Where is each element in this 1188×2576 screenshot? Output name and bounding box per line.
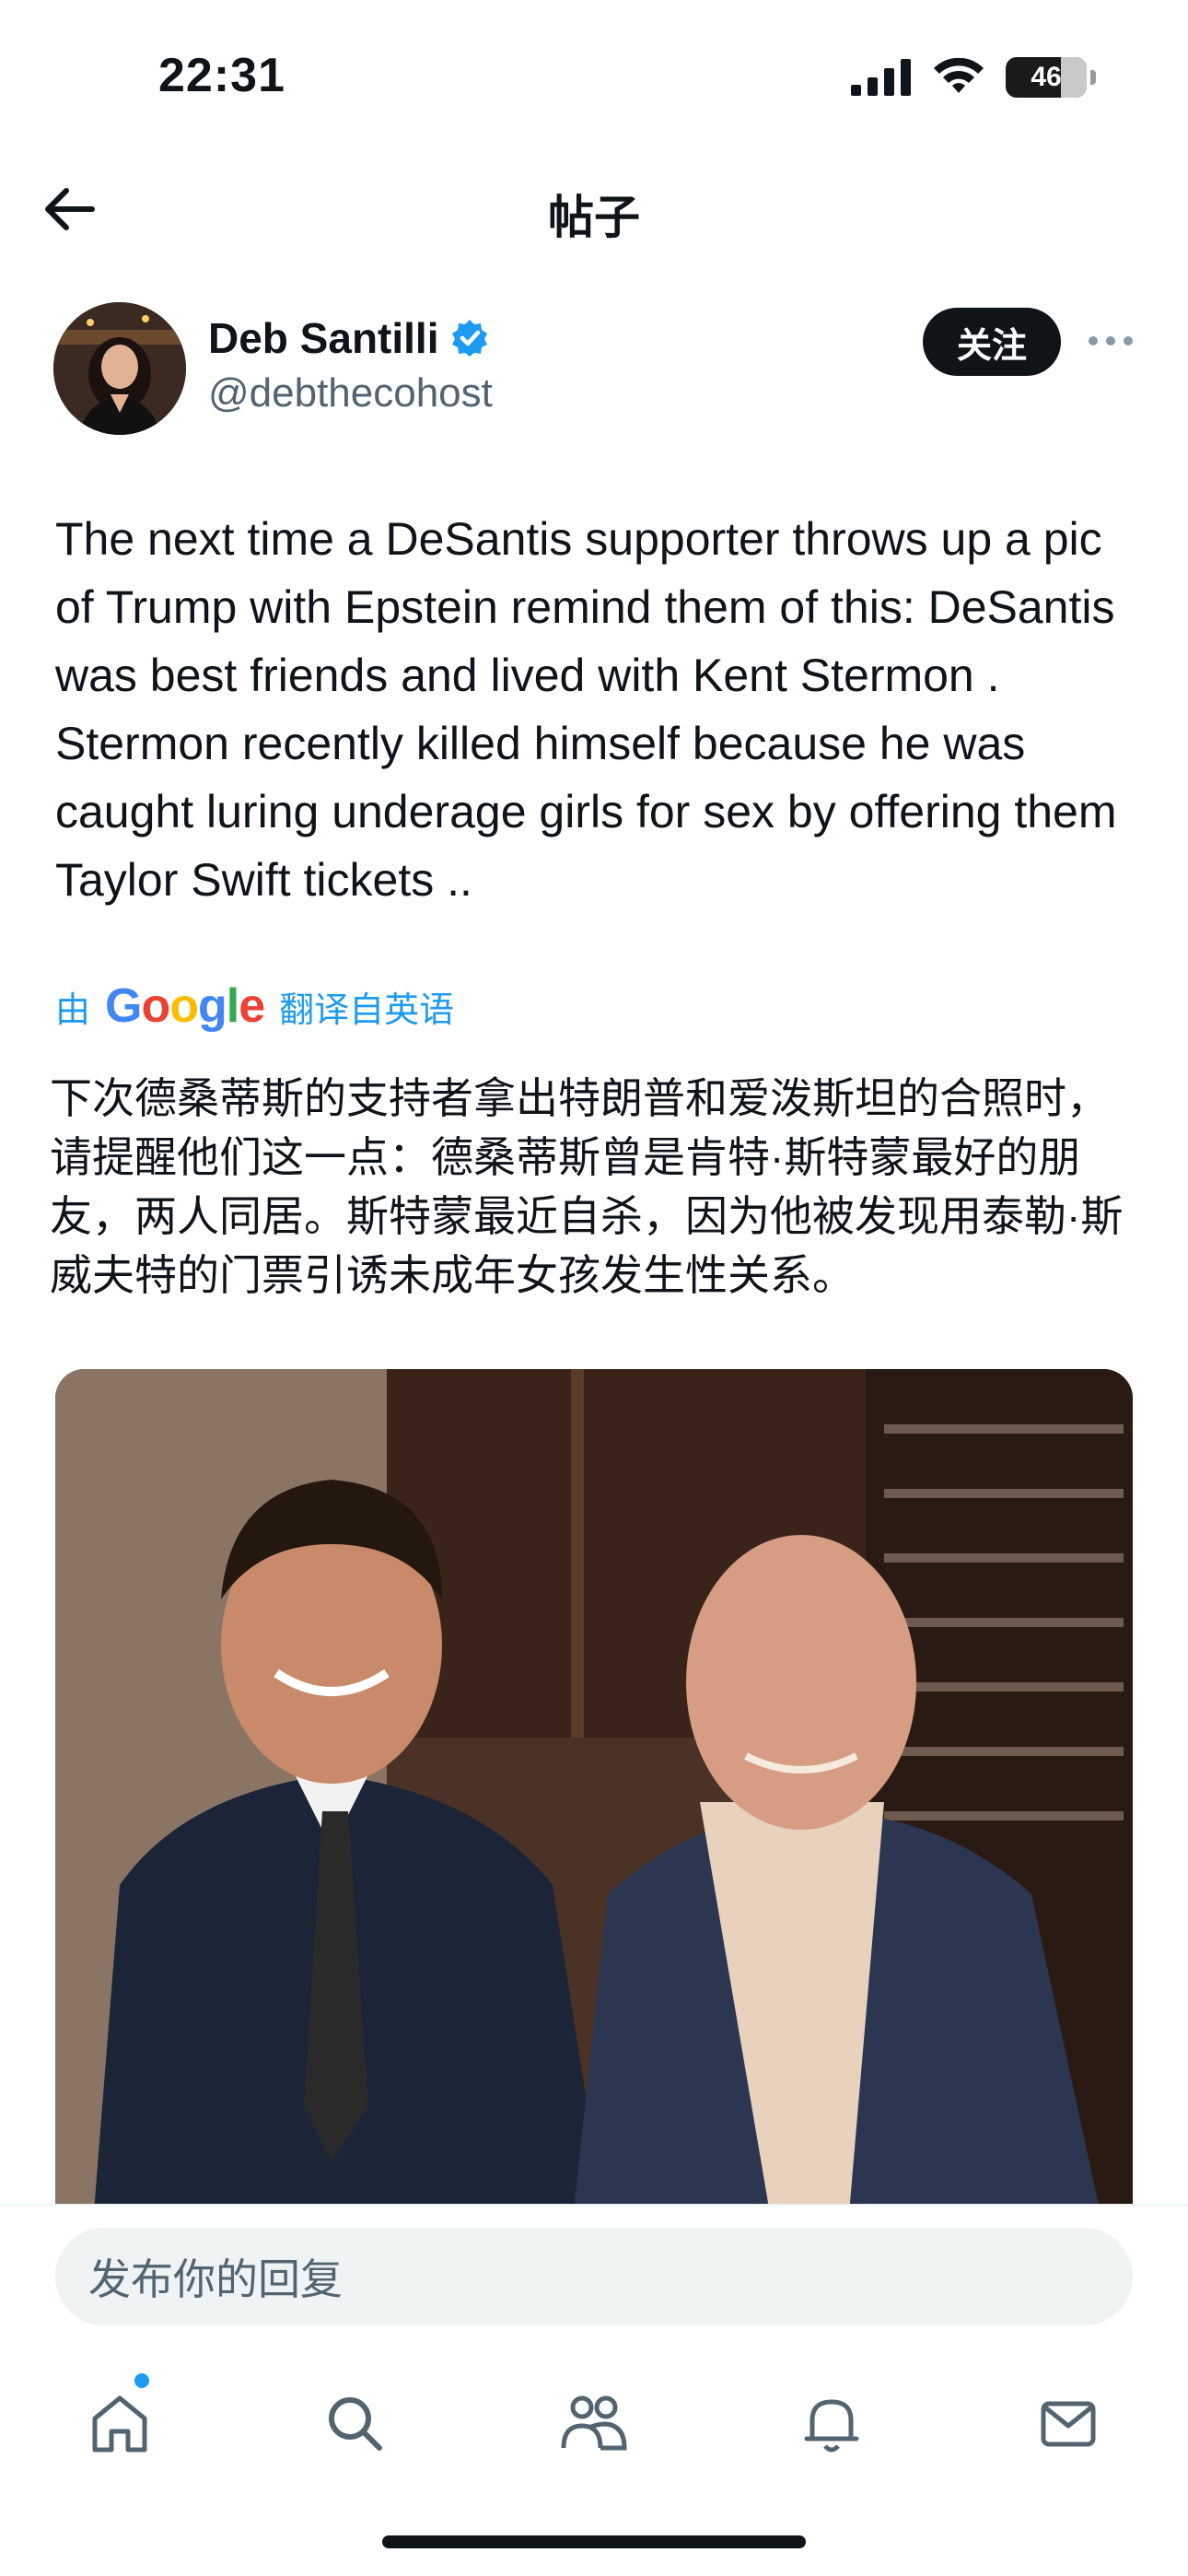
communities-icon (561, 2395, 627, 2451)
translation-attribution[interactable]: 由 Google 翻译自英语 (55, 978, 454, 1034)
translated-text: 下次德桑蒂斯的支持者拿出特朗普和爱泼斯坦的合照时，请提醒他们这一点：德桑蒂斯曾是… (50, 1074, 1124, 1299)
home-icon (92, 2395, 147, 2453)
tab-messages[interactable] (1022, 2377, 1114, 2469)
cellular-signal-icon (851, 59, 911, 96)
tab-notifications[interactable] (786, 2377, 878, 2469)
follow-button[interactable]: 关注 (923, 308, 1061, 376)
battery-icon: 46 (1006, 57, 1096, 98)
translation-suffix: 翻译自英语 (279, 990, 455, 1030)
more-horizontal-icon (1089, 336, 1133, 345)
tweet-photo[interactable] (55, 1369, 1133, 2235)
battery-level: 46 (1031, 62, 1062, 92)
page-title: 帖子 (548, 192, 640, 243)
avatar[interactable] (53, 302, 186, 435)
author-name-row[interactable]: Deb Santilli (208, 313, 490, 363)
author-handle[interactable]: @debthecohost (208, 370, 493, 416)
tab-communities[interactable] (548, 2377, 640, 2469)
wifi-icon (934, 58, 984, 93)
status-time: 22:31 (158, 49, 285, 102)
tweet-text: The next time a DeSantis supporter throw… (55, 513, 1117, 906)
more-options-button[interactable] (1083, 322, 1138, 359)
verified-badge-icon (452, 320, 488, 357)
reply-input[interactable]: 发布你的回复 (55, 2228, 1133, 2325)
tab-home[interactable] (74, 2377, 166, 2469)
messages-icon (1041, 2401, 1096, 2447)
author-name[interactable]: Deb Santilli (208, 313, 438, 363)
translation-prefix: 由 (55, 990, 91, 1030)
home-notification-dot (134, 2373, 149, 2388)
google-logo: Google (105, 979, 265, 1033)
status-icons: 46 (851, 57, 1096, 98)
tab-explore[interactable] (309, 2377, 401, 2469)
notifications-icon (804, 2399, 859, 2453)
home-indicator[interactable] (382, 2535, 806, 2548)
search-icon (329, 2397, 382, 2451)
